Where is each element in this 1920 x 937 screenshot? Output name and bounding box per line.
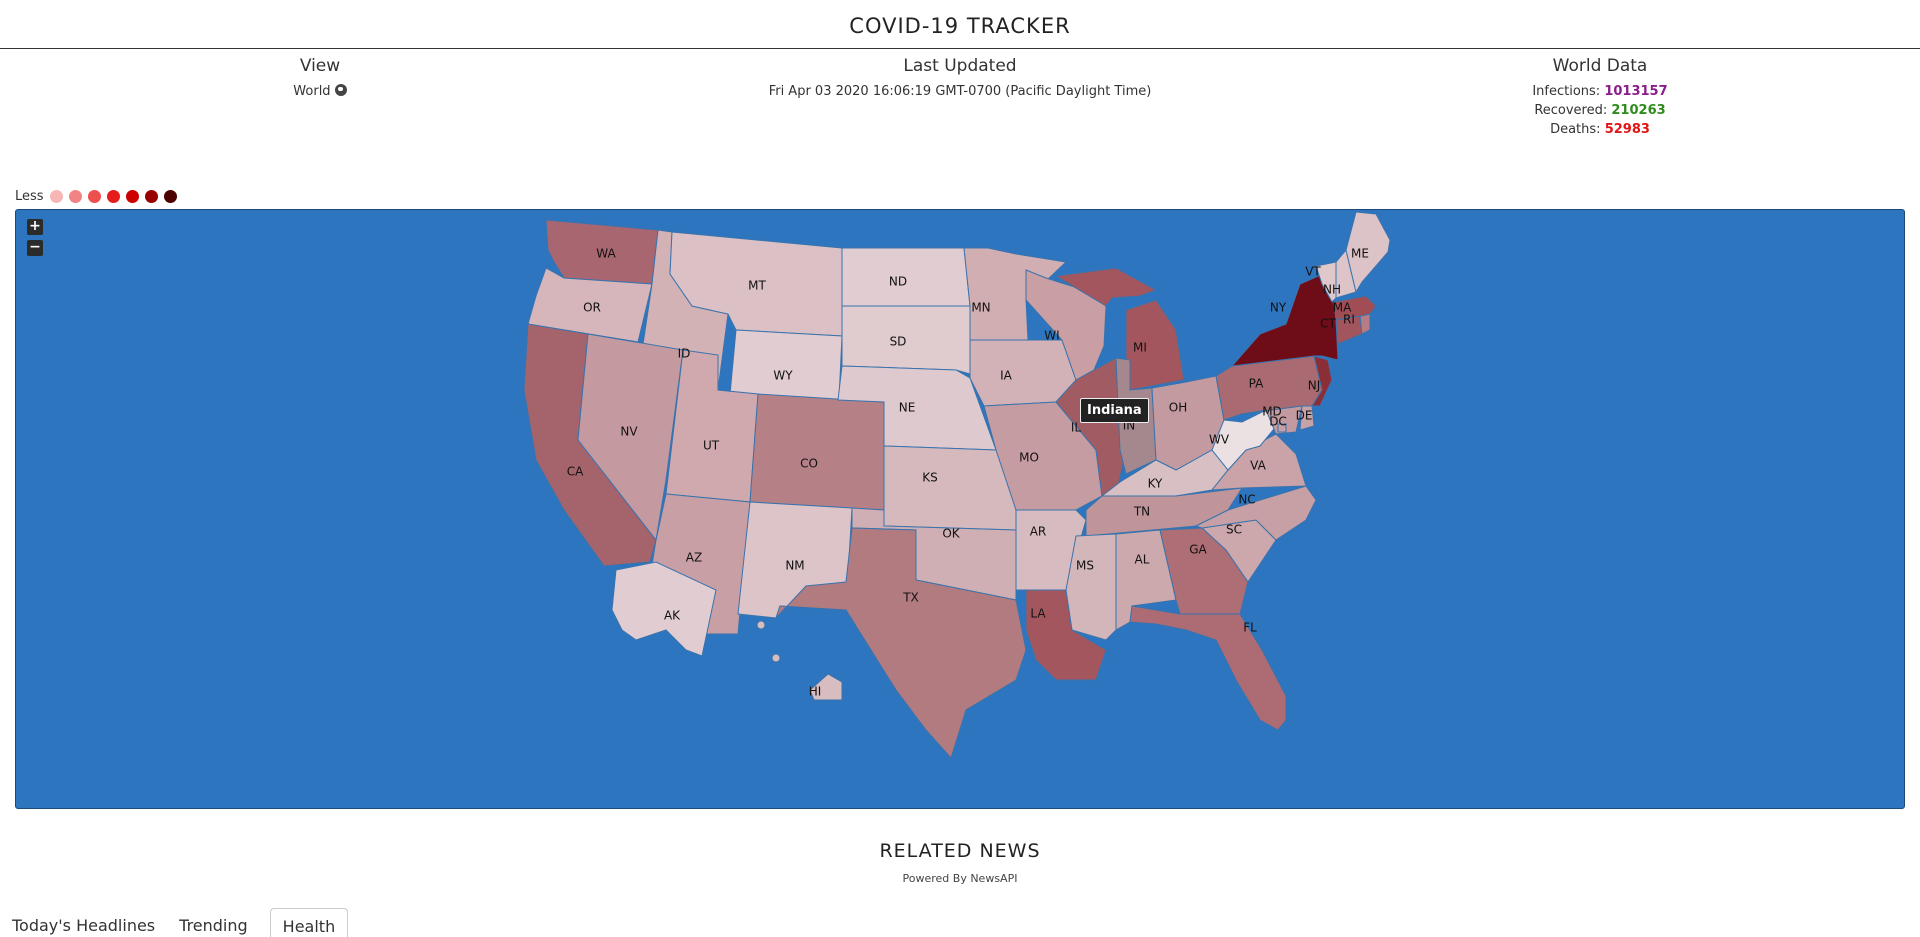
news-section-subtitle: Powered By NewsAPI bbox=[902, 872, 1018, 885]
legend-swatch bbox=[125, 190, 139, 203]
state-label-IA: IA bbox=[1000, 369, 1013, 383]
state-RI[interactable] bbox=[1359, 313, 1371, 335]
zoom-out-button[interactable]: − bbox=[27, 240, 43, 256]
state-label-NH: NH bbox=[1323, 283, 1341, 297]
page-title: COVID-19 TRACKER bbox=[849, 14, 1071, 38]
recovered-count: 210263 bbox=[1611, 103, 1666, 118]
legend-label: Less bbox=[15, 189, 44, 204]
legend-swatch bbox=[163, 190, 177, 203]
legend-swatch bbox=[144, 190, 158, 203]
globe-icon bbox=[334, 84, 347, 96]
state-label-NJ: NJ bbox=[1308, 379, 1321, 393]
deaths-row: Deaths: 52983 bbox=[1450, 120, 1750, 139]
legend-swatch bbox=[49, 190, 63, 203]
map-canvas[interactable]: WA OR CA ID NV MT WY UT AZ CO NM ND SD NE KS OK TX MN IA MO… bbox=[16, 210, 1904, 808]
state-label-TX: TX bbox=[902, 591, 919, 605]
news-section-title: RELATED NEWS bbox=[879, 840, 1041, 862]
legend-swatch bbox=[87, 190, 101, 203]
state-label-DC: DC bbox=[1269, 415, 1287, 429]
state-label-GA: GA bbox=[1189, 543, 1207, 557]
state-label-DE: DE bbox=[1296, 409, 1313, 423]
world-data-label: World Data bbox=[1552, 56, 1648, 76]
state-label-OK: OK bbox=[942, 527, 960, 541]
infections-count: 1013157 bbox=[1604, 84, 1668, 99]
recovered-row: Recovered: 210263 bbox=[1450, 101, 1750, 120]
hawaii-island-small bbox=[771, 653, 781, 663]
state-label-OR: OR bbox=[583, 301, 601, 315]
state-label-AZ: AZ bbox=[686, 551, 702, 565]
view-value: World bbox=[293, 84, 331, 99]
state-label-CA: CA bbox=[567, 465, 584, 479]
world-data-panel: World Data Infections: 1013157 Recovered… bbox=[1450, 56, 1750, 139]
legend-swatch bbox=[68, 190, 82, 203]
state-label-SD: SD bbox=[890, 335, 907, 349]
infections-row: Infections: 1013157 bbox=[1450, 82, 1750, 101]
state-label-NE: NE bbox=[899, 401, 916, 415]
state-label-WY: WY bbox=[773, 369, 793, 383]
state-label-CO: CO bbox=[800, 457, 818, 471]
state-label-SC: SC bbox=[1226, 523, 1242, 537]
state-label-WV: WV bbox=[1209, 433, 1230, 447]
state-label-MO: MO bbox=[1019, 451, 1039, 465]
last-updated-panel: Last Updated Fri Apr 03 2020 16:06:19 GM… bbox=[560, 56, 1360, 101]
tab-health[interactable]: Health bbox=[269, 908, 349, 937]
state-CO[interactable] bbox=[749, 393, 885, 511]
deaths-count: 52983 bbox=[1604, 122, 1650, 137]
state-label-TN: TN bbox=[1133, 505, 1150, 519]
state-tooltip: Indiana bbox=[1080, 398, 1149, 423]
state-label-AK: AK bbox=[664, 609, 681, 623]
zoom-in-button[interactable]: + bbox=[27, 219, 43, 235]
state-label-CT: CT bbox=[1320, 317, 1336, 331]
state-IA[interactable] bbox=[969, 339, 1077, 407]
state-label-NY: NY bbox=[1270, 301, 1287, 315]
state-label-UT: UT bbox=[703, 439, 720, 453]
view-label: View bbox=[299, 56, 341, 76]
deaths-label: Deaths: bbox=[1550, 122, 1601, 137]
color-legend: Less bbox=[15, 189, 177, 204]
last-updated-label: Last Updated bbox=[903, 56, 1017, 76]
state-label-VT: VT bbox=[1305, 265, 1321, 279]
state-label-VA: VA bbox=[1250, 459, 1266, 473]
state-label-MN: MN bbox=[971, 301, 990, 315]
state-label-MA: MA bbox=[1333, 301, 1352, 315]
state-KS[interactable] bbox=[883, 445, 1017, 531]
state-label-WI: WI bbox=[1044, 329, 1059, 343]
state-label-RI: RI bbox=[1343, 313, 1355, 327]
legend-swatch bbox=[106, 190, 120, 203]
state-label-LA: LA bbox=[1030, 607, 1046, 621]
state-label-MT: MT bbox=[748, 279, 766, 293]
state-label-KY: KY bbox=[1148, 477, 1163, 491]
infections-label: Infections: bbox=[1532, 84, 1601, 99]
view-selector[interactable]: World bbox=[240, 82, 400, 101]
state-label-MI: MI bbox=[1133, 341, 1147, 355]
title-divider bbox=[0, 48, 1920, 49]
news-tabs: Today's Headlines Trending Health bbox=[10, 908, 358, 937]
tab-trending[interactable]: Trending bbox=[177, 908, 260, 937]
state-MS[interactable] bbox=[1065, 533, 1117, 641]
tab-todays-headlines[interactable]: Today's Headlines bbox=[10, 908, 167, 937]
hawaii-island-small bbox=[756, 620, 766, 630]
legend-swatches bbox=[49, 190, 177, 203]
state-label-WA: WA bbox=[596, 247, 616, 261]
state-label-OH: OH bbox=[1169, 401, 1187, 415]
state-label-ME: ME bbox=[1351, 247, 1369, 261]
state-label-KS: KS bbox=[922, 471, 938, 485]
view-panel: View World bbox=[240, 56, 400, 101]
state-label-MS: MS bbox=[1076, 559, 1094, 573]
state-label-HI: HI bbox=[809, 685, 822, 699]
state-FL[interactable] bbox=[1129, 605, 1287, 731]
state-label-PA: PA bbox=[1249, 377, 1264, 391]
state-label-ID: ID bbox=[678, 347, 691, 361]
state-label-ND: ND bbox=[889, 275, 907, 289]
state-label-AR: AR bbox=[1030, 525, 1047, 539]
state-label-NC: NC bbox=[1238, 493, 1255, 507]
us-map[interactable]: WA OR CA ID NV MT WY UT AZ CO NM ND SD NE KS OK TX MN IA MO… bbox=[15, 209, 1905, 809]
state-label-FL: FL bbox=[1243, 621, 1257, 635]
last-updated-value: Fri Apr 03 2020 16:06:19 GMT-0700 (Pacif… bbox=[768, 84, 1152, 99]
state-label-AL: AL bbox=[1135, 553, 1150, 567]
state-label-NV: NV bbox=[620, 425, 638, 439]
state-label-NM: NM bbox=[785, 559, 804, 573]
recovered-label: Recovered: bbox=[1534, 103, 1608, 118]
